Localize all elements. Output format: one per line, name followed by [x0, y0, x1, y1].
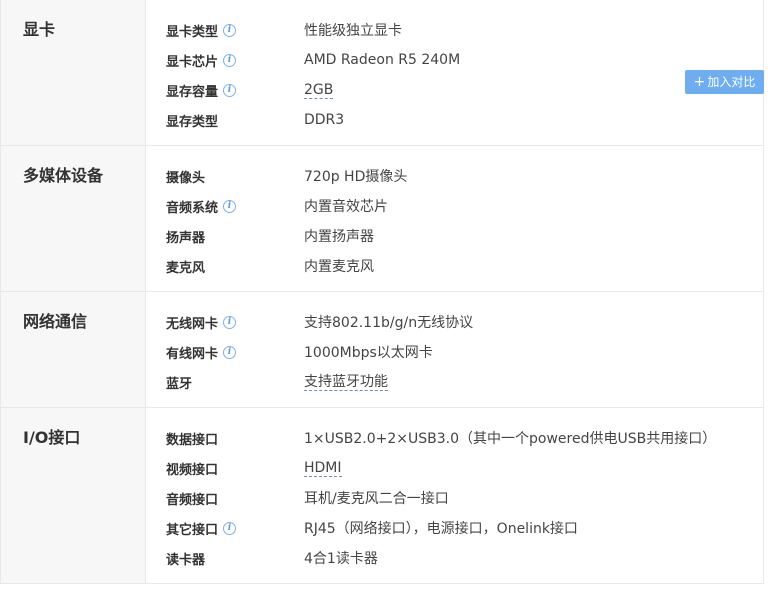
- spec-value: 内置扬声器: [304, 229, 374, 245]
- spec-value-link[interactable]: HDMI: [304, 460, 342, 477]
- category-cell: 显卡: [1, 0, 146, 145]
- spec-value: 4合1读卡器: [304, 551, 378, 567]
- category-cell: I/O接口: [1, 408, 146, 583]
- spec-row: 读卡器 4合1读卡器: [146, 543, 763, 573]
- spec-section-multimedia: 多媒体设备 摄像头 720p HD摄像头 音频系统 i 内置音效芯片 扬声器 内置…: [1, 146, 763, 292]
- spec-section-network: 网络通信 无线网卡 i 支持802.11b/g/n无线协议 有线网卡 i 1000M…: [1, 292, 763, 408]
- spec-key: 显卡芯片: [166, 54, 219, 70]
- spec-key: 显存类型: [166, 114, 219, 130]
- info-icon[interactable]: i: [223, 521, 237, 535]
- spec-row: 音频系统 i 内置音效芯片: [146, 191, 763, 221]
- spec-key: 摄像头: [166, 170, 206, 186]
- spec-row: 数据接口 1×USB2.0+2×USB3.0（其中一个powered供电USB共…: [146, 423, 763, 453]
- spec-row: 麦克风 内置麦克风: [146, 251, 763, 281]
- spec-value: 耳机/麦克风二合一接口: [304, 491, 449, 507]
- spec-key: 显卡类型: [166, 24, 219, 40]
- spec-value-link[interactable]: 2GB: [304, 82, 334, 99]
- info-icon[interactable]: i: [223, 315, 237, 329]
- spec-key: 读卡器: [166, 552, 206, 568]
- plus-icon: +: [693, 74, 706, 90]
- spec-key: 显存容量: [166, 84, 219, 100]
- spec-row: 蓝牙 支持蓝牙功能: [146, 367, 763, 397]
- spec-key: 蓝牙: [166, 376, 193, 392]
- info-icon[interactable]: i: [223, 345, 237, 359]
- category-title: 网络通信: [23, 312, 88, 331]
- spec-section-io: I/O接口 数据接口 1×USB2.0+2×USB3.0（其中一个powered…: [1, 408, 763, 584]
- spec-row: 显卡芯片 i AMD Radeon R5 240M: [146, 45, 763, 75]
- info-icon[interactable]: i: [223, 23, 237, 37]
- info-icon[interactable]: i: [223, 83, 237, 97]
- compare-label: 加入对比: [707, 75, 756, 89]
- spec-key: 扬声器: [166, 230, 206, 246]
- spec-row: 其它接口 i RJ45（网络接口），电源接口，Onelink接口: [146, 513, 763, 543]
- spec-value: 内置麦克风: [304, 259, 374, 275]
- spec-value: RJ45（网络接口），电源接口，Onelink接口: [304, 521, 578, 537]
- spec-row: 扬声器 内置扬声器: [146, 221, 763, 251]
- spec-key: 有线网卡: [166, 346, 219, 362]
- spec-key: 无线网卡: [166, 316, 219, 332]
- category-title: 多媒体设备: [23, 166, 104, 185]
- spec-row: 视频接口 HDMI: [146, 453, 763, 483]
- spec-row: 摄像头 720p HD摄像头: [146, 161, 763, 191]
- info-icon[interactable]: i: [223, 53, 237, 67]
- spec-row: 音频接口 耳机/麦克风二合一接口: [146, 483, 763, 513]
- spec-value-link[interactable]: 支持蓝牙功能: [304, 374, 388, 391]
- spec-row: 显存类型 DDR3: [146, 105, 763, 135]
- spec-key: 麦克风: [166, 260, 206, 276]
- info-icon[interactable]: i: [223, 199, 237, 213]
- spec-table: 显卡 显卡类型 i 性能级独立显卡 显卡芯片 i AMD Radeon R5 240…: [0, 0, 764, 584]
- spec-key: 其它接口: [166, 522, 219, 538]
- category-title: 显卡: [23, 20, 56, 39]
- spec-row: 显卡类型 i 性能级独立显卡: [146, 15, 763, 45]
- spec-value: 720p HD摄像头: [304, 169, 408, 185]
- spec-key: 数据接口: [166, 432, 219, 448]
- spec-value: 支持802.11b/g/n无线协议: [304, 315, 474, 331]
- spec-value: 性能级独立显卡: [304, 23, 402, 39]
- category-cell: 多媒体设备: [1, 146, 146, 291]
- spec-value: 1×USB2.0+2×USB3.0（其中一个powered供电USB共用接口）: [304, 431, 717, 447]
- spec-value: 内置音效芯片: [304, 199, 388, 215]
- spec-value: DDR3: [304, 112, 345, 128]
- spec-row: 显存容量 i 2GB: [146, 75, 763, 105]
- spec-key: 视频接口: [166, 462, 219, 478]
- category-title: I/O接口: [23, 428, 81, 447]
- category-cell: 网络通信: [1, 292, 146, 407]
- add-to-compare-button[interactable]: + 加入对比: [685, 70, 764, 94]
- spec-value: 1000Mbps以太网卡: [304, 345, 433, 361]
- spec-row: 无线网卡 i 支持802.11b/g/n无线协议: [146, 307, 763, 337]
- spec-key: 音频接口: [166, 492, 219, 508]
- spec-section-graphics: 显卡 显卡类型 i 性能级独立显卡 显卡芯片 i AMD Radeon R5 240…: [1, 0, 763, 146]
- spec-key: 音频系统: [166, 200, 219, 216]
- spec-row: 有线网卡 i 1000Mbps以太网卡: [146, 337, 763, 367]
- spec-value: AMD Radeon R5 240M: [304, 52, 461, 68]
